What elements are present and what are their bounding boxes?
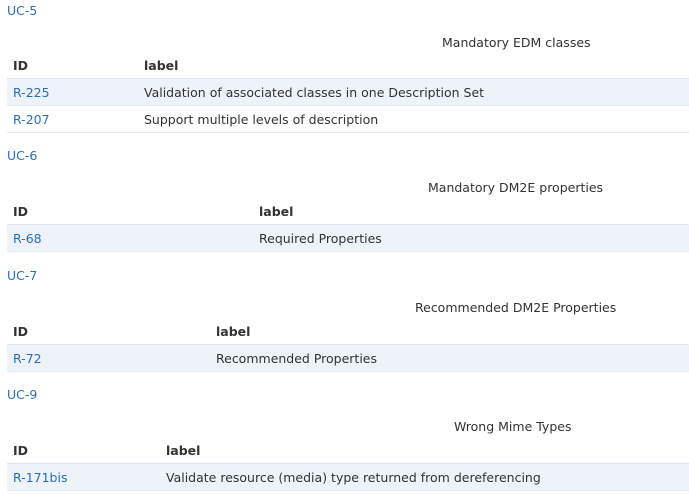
requirements-table: ID label R-72 Recommended Properties [7, 318, 689, 372]
table-header-row: ID label [7, 198, 689, 225]
column-header-label: label [253, 198, 689, 225]
row-id-cell: R-171bis [7, 463, 160, 491]
row-id-cell: R-225 [7, 78, 138, 106]
table-row: R-68 Required Properties [7, 224, 689, 252]
table-caption: Recommended DM2E Properties [415, 300, 617, 315]
requirement-id-link[interactable]: R-72 [13, 351, 42, 366]
requirements-page: UC-5 Mandatory EDM classes ID label R-22… [0, 0, 689, 502]
requirement-id-link[interactable]: R-225 [13, 85, 50, 100]
column-header-id: ID [7, 318, 210, 345]
column-header-label: label [210, 318, 689, 345]
requirements-table: ID label R-68 Required Properties [7, 198, 689, 252]
table-header-row: ID label [7, 318, 689, 345]
requirements-table: ID label R-171bis Validate resource (med… [7, 437, 689, 491]
uc-link[interactable]: UC-6 [7, 148, 37, 164]
table-header-row: ID label [7, 52, 689, 79]
column-header-id: ID [7, 198, 253, 225]
row-label-cell: Validate resource (media) type returned … [160, 463, 689, 491]
table-header-row: ID label [7, 437, 689, 464]
column-header-id: ID [7, 52, 138, 79]
uc-link[interactable]: UC-9 [7, 387, 37, 403]
row-id-cell: R-72 [7, 344, 210, 372]
table-row: R-72 Recommended Properties [7, 344, 689, 372]
uc-link[interactable]: UC-5 [7, 3, 37, 19]
table-row: R-207 Support multiple levels of descrip… [7, 105, 689, 133]
row-label-cell: Required Properties [253, 224, 689, 252]
row-id-cell: R-207 [7, 105, 138, 133]
table-row: R-225 Validation of associated classes i… [7, 78, 689, 106]
requirement-id-link[interactable]: R-207 [13, 112, 50, 127]
column-header-label: label [138, 52, 689, 79]
row-label-cell: Support multiple levels of description [138, 105, 689, 133]
table-caption: Wrong Mime Types [454, 419, 572, 434]
column-header-label: label [160, 437, 689, 464]
column-header-id: ID [7, 437, 160, 464]
uc-link[interactable]: UC-7 [7, 268, 37, 284]
row-id-cell: R-68 [7, 224, 253, 252]
row-label-cell: Recommended Properties [210, 344, 689, 372]
table-row: R-171bis Validate resource (media) type … [7, 463, 689, 491]
table-caption: Mandatory DM2E properties [428, 180, 604, 195]
requirement-id-link[interactable]: R-171bis [13, 470, 67, 485]
row-label-cell: Validation of associated classes in one … [138, 78, 689, 106]
table-caption: Mandatory EDM classes [442, 35, 591, 50]
requirement-id-link[interactable]: R-68 [13, 231, 42, 246]
requirements-table: ID label R-225 Validation of associated … [7, 52, 689, 133]
